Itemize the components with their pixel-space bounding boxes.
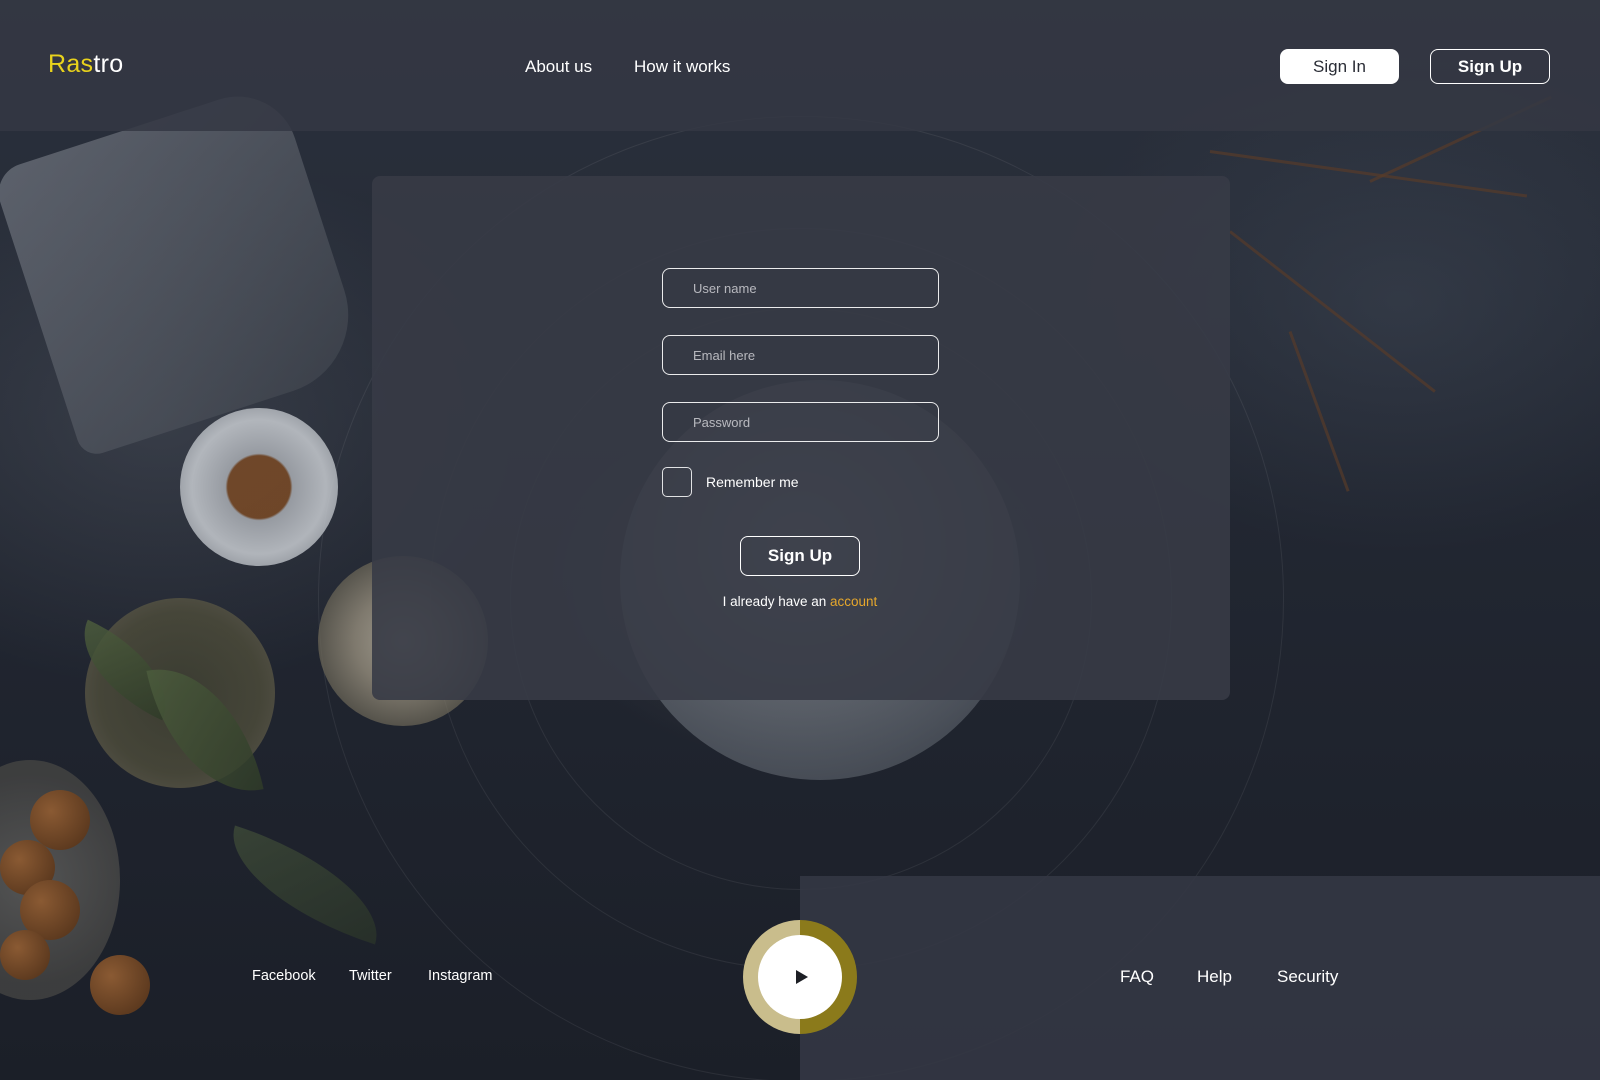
play-button-inner bbox=[758, 935, 842, 1019]
top-navigation-bar: Rastro About us How it works Sign In Sig… bbox=[0, 0, 1600, 131]
already-have-account-text: I already have an account bbox=[622, 594, 978, 609]
sign-up-button[interactable]: Sign Up bbox=[1430, 49, 1550, 84]
username-input[interactable] bbox=[662, 268, 939, 308]
help-link[interactable]: Help bbox=[1197, 967, 1232, 987]
faq-link[interactable]: FAQ bbox=[1120, 967, 1154, 987]
email-input[interactable] bbox=[662, 335, 939, 375]
password-input[interactable] bbox=[662, 402, 939, 442]
logo-accent-text: Ras bbox=[48, 50, 94, 78]
play-button[interactable] bbox=[743, 920, 857, 1034]
security-link[interactable]: Security bbox=[1277, 967, 1338, 987]
page: Rastro About us How it works Sign In Sig… bbox=[0, 0, 1600, 1080]
sign-in-button[interactable]: Sign In bbox=[1280, 49, 1399, 84]
account-prefix-text: I already have an bbox=[722, 594, 827, 609]
remember-me-checkbox[interactable] bbox=[662, 467, 692, 497]
logo-text: tro bbox=[93, 50, 124, 78]
facebook-link[interactable]: Facebook bbox=[252, 968, 316, 984]
signup-submit-button[interactable]: Sign Up bbox=[740, 536, 860, 576]
account-link[interactable]: account bbox=[830, 594, 877, 609]
nav-about-us[interactable]: About us bbox=[525, 57, 592, 77]
nav-how-it-works[interactable]: How it works bbox=[634, 57, 730, 77]
signup-form-card: Remember me Sign Up I already have an ac… bbox=[372, 176, 1230, 700]
remember-me-label: Remember me bbox=[706, 474, 799, 490]
instagram-link[interactable]: Instagram bbox=[428, 968, 492, 984]
twitter-link[interactable]: Twitter bbox=[349, 968, 392, 984]
logo[interactable]: Rastro bbox=[48, 50, 123, 79]
play-icon bbox=[796, 970, 808, 984]
